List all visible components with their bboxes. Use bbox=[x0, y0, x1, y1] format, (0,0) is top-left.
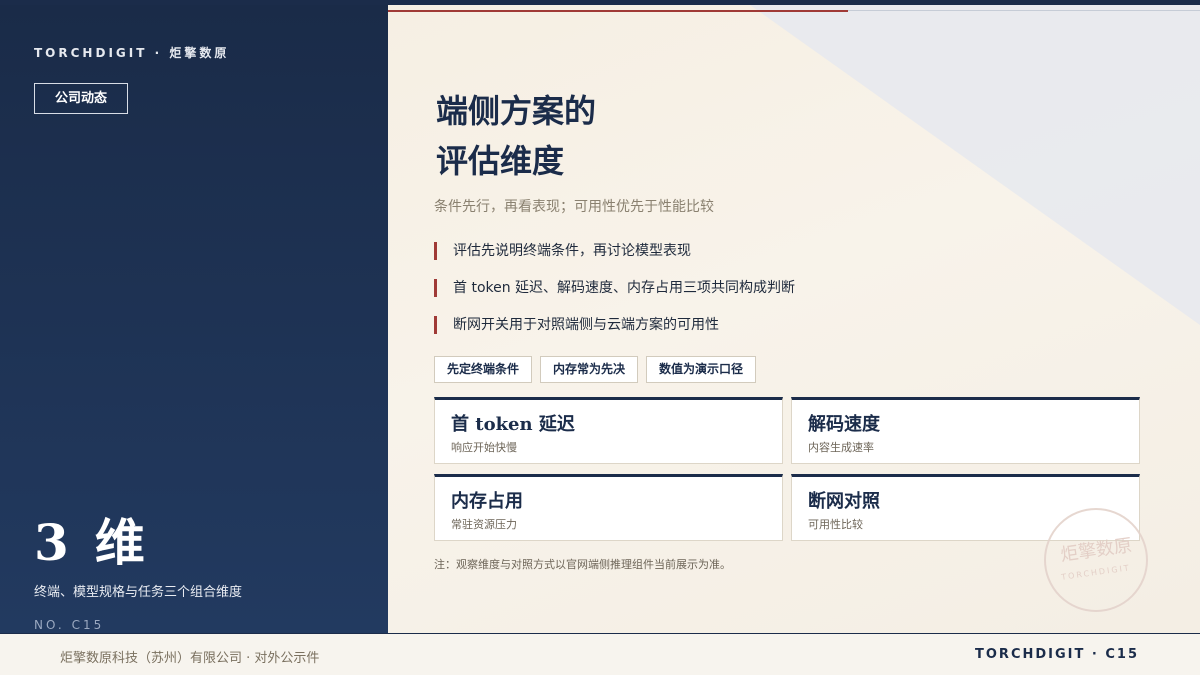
card-memory-usage: 内存占用 常驻资源压力 bbox=[434, 474, 783, 541]
big-number-value: 3 bbox=[34, 513, 73, 572]
bullet-text: 首 token 延迟、解码速度、内存占用三项共同构成判断 bbox=[453, 280, 796, 296]
subtitle: 条件先行，再看表现；可用性优先于性能比较 bbox=[434, 199, 714, 215]
seal-stamp: 炬擎数原 TORCHDIGIT bbox=[1044, 508, 1148, 612]
card-title: 断网对照 bbox=[808, 491, 880, 512]
card-subtitle: 响应开始快慢 bbox=[451, 441, 517, 454]
section-tag: 公司动态 bbox=[34, 83, 128, 114]
brand-line: TORCHDIGIT · 炬擎数原 bbox=[34, 46, 230, 60]
big-number-unit: 维 bbox=[94, 513, 149, 572]
footnote: 注：观察维度与对照方式以官网端侧推理组件当前展示为准。 bbox=[434, 558, 731, 571]
code-number: NO. C15 bbox=[34, 618, 105, 632]
title-line-2: 评估维度 bbox=[436, 142, 565, 180]
accent-line-secondary bbox=[848, 10, 1200, 11]
card-title: 内存占用 bbox=[451, 491, 523, 512]
accent-line bbox=[388, 10, 848, 12]
bullet-item: 断网开关用于对照端侧与云端方案的可用性 bbox=[434, 314, 795, 351]
card-subtitle: 常驻资源压力 bbox=[451, 518, 517, 531]
card-subtitle: 内容生成速率 bbox=[808, 441, 874, 454]
card-title: 首 token 延迟 bbox=[451, 414, 575, 435]
big-caption: 终端、模型规格与任务三个组合维度 bbox=[34, 585, 243, 600]
card-decode-speed: 解码速度 内容生成速率 bbox=[791, 397, 1140, 464]
bullet-text: 评估先说明终端条件，再讨论模型表现 bbox=[453, 243, 691, 259]
page-title: 端侧方案的 评估维度 bbox=[436, 86, 596, 186]
footer-code: TORCHDIGIT · C15 bbox=[975, 647, 1139, 662]
bullet-text: 断网开关用于对照端侧与云端方案的可用性 bbox=[453, 317, 719, 333]
bullet-item: 首 token 延迟、解码速度、内存占用三项共同构成判断 bbox=[434, 277, 795, 314]
big-number: 3维 bbox=[34, 503, 149, 575]
left-panel: TORCHDIGIT · 炬擎数原 公司动态 3维 终端、模型规格与任务三个组合… bbox=[0, 5, 388, 633]
bullet-list: 评估先说明终端条件，再讨论模型表现 首 token 延迟、解码速度、内存占用三项… bbox=[434, 240, 795, 351]
card-subtitle: 可用性比较 bbox=[808, 518, 863, 531]
tag-demo-values: 数值为演示口径 bbox=[646, 356, 757, 383]
tag-memory-prerequisite: 内存常为先决 bbox=[540, 356, 639, 383]
decorative-shape bbox=[750, 5, 1200, 325]
card-first-token-latency: 首 token 延迟 响应开始快慢 bbox=[434, 397, 783, 464]
bullet-item: 评估先说明终端条件，再讨论模型表现 bbox=[434, 240, 795, 277]
tag-row: 先定终端条件 内存常为先决 数值为演示口径 bbox=[434, 356, 757, 383]
bullet-marker bbox=[434, 279, 437, 297]
title-line-1: 端侧方案的 bbox=[436, 92, 597, 130]
bullet-marker bbox=[434, 316, 437, 334]
tag-terminal-conditions: 先定终端条件 bbox=[434, 356, 533, 383]
footer: 炬擎数原科技（苏州）有限公司 · 对外公示件 TORCHDIGIT · C15 bbox=[0, 633, 1200, 675]
card-title: 解码速度 bbox=[808, 414, 880, 435]
bullet-marker bbox=[434, 242, 437, 260]
footer-company: 炬擎数原科技（苏州）有限公司 · 对外公示件 bbox=[60, 651, 320, 666]
